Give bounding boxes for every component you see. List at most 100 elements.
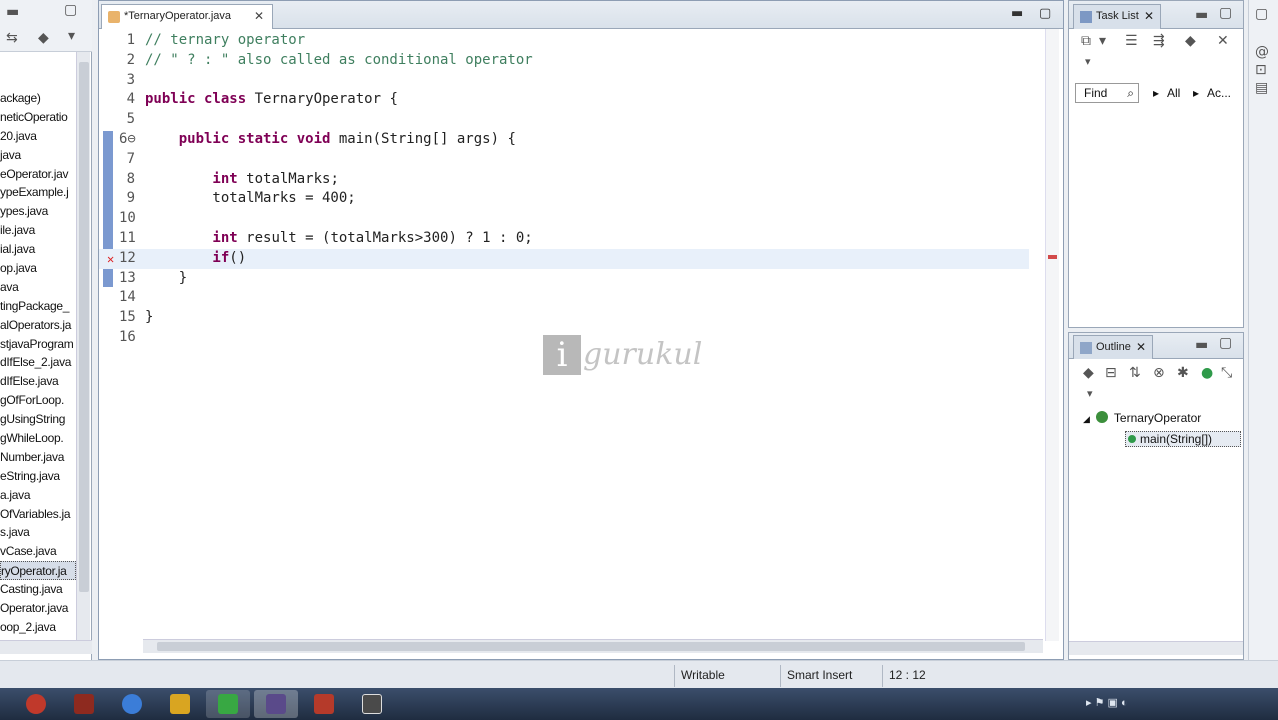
package-tree-item[interactable]: ackage)	[0, 89, 76, 108]
declaration-icon[interactable]: ⊡	[1255, 62, 1267, 78]
filter-all[interactable]: All	[1167, 86, 1180, 100]
view-menu-icon[interactable]: ▾	[1087, 387, 1093, 400]
close-icon[interactable]: ✕	[254, 5, 264, 27]
code-line[interactable]: 7	[99, 150, 1029, 170]
javadoc-icon[interactable]: @	[1255, 44, 1269, 60]
taskbar-app-7[interactable]	[350, 690, 394, 718]
error-marker[interactable]	[1048, 255, 1057, 259]
tray-icons[interactable]: ▸ ⚑ ▣ ◐	[1086, 696, 1128, 709]
package-tree-item[interactable]: vCase.java	[0, 542, 76, 561]
close-icon[interactable]: ✕	[1144, 5, 1154, 27]
package-tree-item[interactable]: OfVariables.ja	[0, 505, 76, 524]
package-tree-item[interactable]: alOperators.ja	[0, 316, 76, 335]
play-icon[interactable]: ▸	[1193, 86, 1199, 100]
code-line[interactable]: 11 int result = (totalMarks>300) ? 1 : 0…	[99, 229, 1029, 249]
package-tree-item[interactable]: op.java	[0, 259, 76, 278]
package-tree-item[interactable]: ryOperator.ja	[0, 561, 76, 581]
package-tree-item[interactable]: ypeExample.j	[0, 183, 76, 202]
link-icon[interactable]: ⤡	[1221, 365, 1232, 381]
package-tree-item[interactable]: dIfElse_2.java	[0, 353, 76, 372]
package-tree-item[interactable]: ava	[0, 278, 76, 297]
close-icon[interactable]: ✕	[1136, 336, 1146, 358]
package-tree-item[interactable]: Casting.java	[0, 580, 76, 599]
editor-hscrollbar[interactable]	[143, 639, 1043, 653]
find-input[interactable]: Find ⌕	[1075, 83, 1139, 103]
code-line[interactable]: 1 // ternary operator	[99, 31, 1029, 51]
package-explorer-vscrollbar[interactable]	[76, 52, 90, 642]
error-icon[interactable]: ✕	[107, 253, 117, 265]
package-tree-item[interactable]: 20.java	[0, 127, 76, 146]
collapse-all-icon[interactable]: ⊟	[1105, 365, 1117, 381]
view-menu-icon[interactable]: ▾	[68, 28, 75, 44]
package-tree-item[interactable]: neticOperatio	[0, 108, 76, 127]
code-line[interactable]: 6⊖ public static void main(String[] args…	[99, 130, 1029, 150]
package-tree-item[interactable]: java	[0, 146, 76, 165]
link-editor-icon[interactable]: ⇆	[6, 30, 18, 46]
package-tree-item[interactable]: stjavaProgram	[0, 335, 76, 354]
package-tree-item[interactable]: gOfForLoop.	[0, 391, 76, 410]
minimize-icon[interactable]: ▬	[1195, 337, 1208, 353]
taskbar-app-2[interactable]	[110, 690, 154, 718]
outline-hscrollbar[interactable]	[1069, 641, 1243, 655]
taskbar-app-6[interactable]	[302, 690, 346, 718]
package-tree-item[interactable]: ypes.java	[0, 202, 76, 221]
tab-task-list[interactable]: Task List ✕	[1073, 4, 1161, 29]
start-button[interactable]	[14, 690, 58, 718]
code-line[interactable]: 12 ✕ if()	[99, 248, 1029, 269]
package-tree-item[interactable]: Operator.java	[0, 599, 76, 618]
focus-icon[interactable]: ◆	[1185, 33, 1196, 49]
taskbar-eclipse[interactable]	[254, 690, 298, 718]
taskbar-app-3[interactable]	[158, 690, 202, 718]
code-line[interactable]: 14	[99, 288, 1029, 308]
code-line[interactable]: 2 // " ? : " also called as conditional o…	[99, 51, 1029, 71]
editor-tab-ternaryoperator[interactable]: *TernaryOperator.java ✕	[101, 4, 273, 29]
package-tree-item[interactable]: a.java	[0, 486, 76, 505]
package-tree-item[interactable]: s.java	[0, 523, 76, 542]
view-menu-icon[interactable]: ▾	[1085, 55, 1091, 68]
overview-ruler[interactable]	[1045, 29, 1059, 641]
taskbar-app-4[interactable]	[206, 690, 250, 718]
package-tree-item[interactable]: eString.java	[0, 467, 76, 486]
hide-static-icon[interactable]: ✱	[1177, 365, 1189, 381]
package-tree-item[interactable]: tingPackage_	[0, 297, 76, 316]
hide-nonpublic-icon[interactable]: ●	[1201, 365, 1213, 381]
console-icon[interactable]: ▤	[1255, 80, 1268, 96]
minimize-icon[interactable]: ▬	[1011, 6, 1023, 21]
code-line[interactable]: 3	[99, 71, 1029, 91]
maximize-icon[interactable]: ▢	[1219, 5, 1232, 21]
maximize-icon[interactable]: ▢	[1039, 6, 1051, 21]
package-tree-item[interactable]: Number.java	[0, 448, 76, 467]
code-line[interactable]: 15}	[99, 308, 1029, 328]
taskbar-app-1[interactable]	[62, 690, 106, 718]
sort-icon[interactable]: ⇅	[1129, 365, 1141, 381]
chevron-down-icon[interactable]: ◢	[1083, 414, 1090, 424]
package-tree-item[interactable]: eOperator.jav	[0, 165, 76, 184]
code-line[interactable]: 8 int totalMarks;	[99, 170, 1029, 190]
code-line[interactable]: 4 public class TernaryOperator {	[99, 90, 1029, 110]
restore-icon[interactable]: ▢	[1255, 6, 1268, 22]
code-line[interactable]: 10	[99, 209, 1029, 229]
package-tree-item[interactable]: gUsingString	[0, 410, 76, 429]
package-tree-item[interactable]: gWhileLoop.	[0, 429, 76, 448]
hide-fields-icon[interactable]: ⊗	[1153, 365, 1165, 381]
outline-class-node[interactable]: ◢ TernaryOperator	[1083, 411, 1201, 425]
focus-icon[interactable]: ◆	[38, 30, 49, 46]
collapse-icon[interactable]: ⇶	[1153, 33, 1165, 49]
minimize-icon[interactable]: ▬	[6, 4, 19, 20]
tab-outline[interactable]: Outline ✕	[1073, 335, 1153, 359]
code-line[interactable]: 5	[99, 110, 1029, 130]
package-tree-item[interactable]: ile.java	[0, 221, 76, 240]
chevron-down-icon[interactable]: ▾	[1099, 33, 1106, 49]
maximize-icon[interactable]: ▢	[64, 2, 77, 18]
minimize-icon[interactable]: ▬	[1195, 7, 1208, 23]
package-tree-item[interactable]: oop_2.java	[0, 618, 76, 637]
outline-method-node[interactable]: main(String[])	[1125, 431, 1241, 447]
package-tree-item[interactable]: dIfElse.java	[0, 372, 76, 391]
new-task-icon[interactable]: ⧉	[1081, 33, 1091, 49]
code-line[interactable]: 9 totalMarks = 400;	[99, 189, 1029, 209]
clear-icon[interactable]: ✕	[1217, 33, 1229, 49]
code-line[interactable]: 13 }	[99, 269, 1029, 289]
filter-activate[interactable]: Ac...	[1207, 86, 1231, 100]
package-explorer-hscrollbar[interactable]	[0, 640, 92, 654]
maximize-icon[interactable]: ▢	[1219, 335, 1232, 351]
